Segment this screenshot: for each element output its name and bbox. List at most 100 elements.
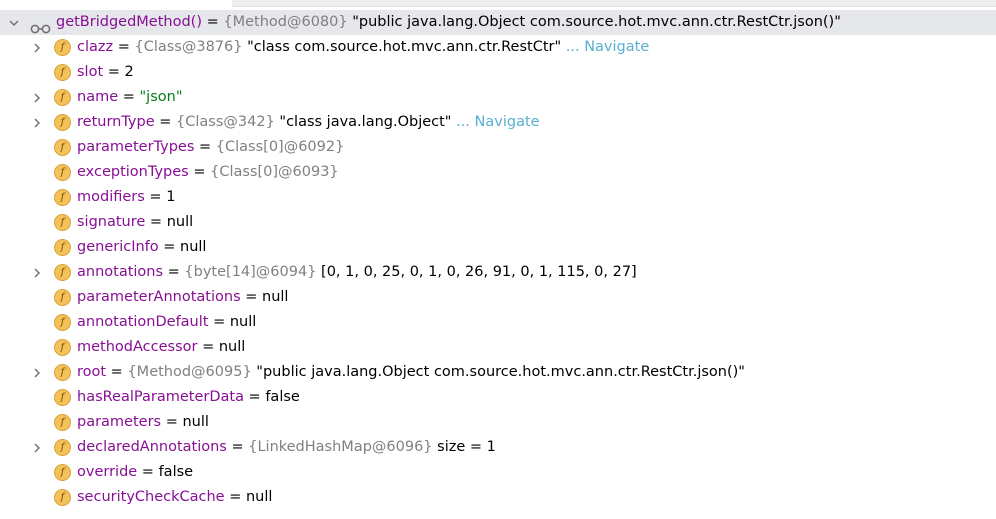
field-reference: {Class[0]@6093}	[210, 164, 339, 180]
field-row-parameters[interactable]: f parameters = null	[0, 410, 996, 435]
field-name: securityCheckCache	[77, 489, 225, 505]
field-content: parameters = null	[77, 410, 209, 435]
field-content: override = false	[77, 460, 193, 485]
field-icon: f	[54, 164, 71, 181]
field-content: hasRealParameterData = false	[77, 385, 300, 410]
field-name: parameterTypes	[77, 139, 195, 155]
navigate-link[interactable]: ... Navigate	[561, 39, 650, 55]
field-value: null	[166, 214, 194, 230]
field-equals: =	[113, 39, 135, 55]
field-name: signature	[77, 214, 146, 230]
field-icon: f	[54, 264, 71, 281]
field-value: false	[158, 464, 194, 480]
field-row-signature[interactable]: f signature = null	[0, 210, 996, 235]
root-node-content: getBridgedMethod() = {Method@6080} "publ…	[56, 10, 841, 35]
field-name: exceptionTypes	[77, 164, 189, 180]
field-row-root[interactable]: f root = {Method@6095} "public java.lang.…	[0, 360, 996, 385]
field-value: "public java.lang.Object com.source.hot.…	[251, 364, 745, 380]
root-node-name: getBridgedMethod()	[56, 14, 202, 30]
field-icon: f	[54, 414, 71, 431]
field-row-exceptiontypes[interactable]: f exceptionTypes = {Class[0]@6093}	[0, 160, 996, 185]
field-name: root	[77, 364, 107, 380]
field-name: annotations	[77, 264, 164, 280]
field-row-annotations[interactable]: f annotations = {byte[14]@6094} [0, 1, 0,…	[0, 260, 996, 285]
field-content: modifiers = 1	[77, 185, 175, 210]
field-equals: =	[144, 189, 167, 205]
field-equals: =	[224, 489, 246, 505]
field-reference: {Class@3876}	[134, 39, 243, 55]
field-value: "json"	[139, 89, 183, 105]
field-row-clazz[interactable]: f clazz = {Class@3876} "class com.source.…	[0, 35, 996, 60]
field-equals: =	[154, 114, 177, 130]
field-equals: =	[158, 239, 181, 255]
chevron-down-icon[interactable]	[6, 10, 22, 35]
field-icon: f	[54, 114, 71, 131]
field-name: returnType	[77, 114, 155, 130]
field-row-declaredannotations[interactable]: f declaredAnnotations = {LinkedHashMap@60…	[0, 435, 996, 460]
field-value: null	[229, 314, 257, 330]
field-content: securityCheckCache = null	[77, 485, 272, 510]
field-list: f clazz = {Class@3876} "class com.source.…	[0, 35, 996, 510]
field-row-hasrealparameterdata[interactable]: f hasRealParameterData = false	[0, 385, 996, 410]
field-content: root = {Method@6095} "public java.lang.O…	[77, 360, 745, 385]
field-content: slot = 2	[77, 60, 134, 85]
field-name: name	[77, 89, 119, 105]
field-row-parametertypes[interactable]: f parameterTypes = {Class[0]@6092}	[0, 135, 996, 160]
field-name: clazz	[77, 39, 114, 55]
field-icon: f	[54, 64, 71, 81]
field-name: genericInfo	[77, 239, 159, 255]
field-equals: =	[106, 364, 128, 380]
navigate-link[interactable]: ... Navigate	[451, 114, 540, 130]
field-value: null	[180, 239, 207, 255]
field-row-genericinfo[interactable]: f genericInfo = null	[0, 235, 996, 260]
root-node-equals: =	[201, 14, 224, 30]
field-reference: {LinkedHashMap@6096}	[248, 439, 433, 455]
field-equals: =	[194, 139, 216, 155]
chevron-right-icon[interactable]	[29, 35, 45, 60]
field-row-parameterannotations[interactable]: f parameterAnnotations = null	[0, 285, 996, 310]
field-equals: =	[188, 164, 211, 180]
field-content: returnType = {Class@342} "class java.lan…	[77, 110, 540, 135]
field-value: 1	[166, 189, 176, 205]
header-scroll-region	[232, 0, 996, 7]
field-icon: f	[54, 364, 71, 381]
field-icon: f	[54, 339, 71, 356]
field-equals: =	[226, 439, 249, 455]
field-equals: =	[118, 89, 140, 105]
field-icon: f	[54, 239, 71, 256]
field-name: declaredAnnotations	[77, 439, 227, 455]
chevron-right-icon[interactable]	[29, 110, 45, 135]
field-row-slot[interactable]: f slot = 2	[0, 60, 996, 85]
chevron-right-icon[interactable]	[29, 435, 45, 460]
field-row-name[interactable]: f name = "json"	[0, 85, 996, 110]
field-name: annotationDefault	[77, 314, 209, 330]
field-row-override[interactable]: f override = false	[0, 460, 996, 485]
field-value: null	[245, 489, 273, 505]
field-row-modifiers[interactable]: f modifiers = 1	[0, 185, 996, 210]
field-row-returntype[interactable]: f returnType = {Class@342} "class java.la…	[0, 110, 996, 135]
field-name: slot	[77, 64, 104, 80]
field-row-methodaccessor[interactable]: f methodAccessor = null	[0, 335, 996, 360]
field-icon: f	[54, 189, 71, 206]
root-node-value: "public java.lang.Object com.source.hot.…	[347, 14, 841, 30]
root-node-getbridgedmethod[interactable]: getBridgedMethod() = {Method@6080} "publ…	[0, 10, 996, 35]
field-content: parameterTypes = {Class[0]@6092}	[77, 135, 344, 160]
field-value: size = 1	[432, 439, 496, 455]
field-value: null	[262, 289, 289, 305]
field-value: "class java.lang.Object"	[274, 114, 452, 130]
field-name: hasRealParameterData	[77, 389, 244, 405]
field-equals: =	[243, 389, 266, 405]
field-icon: f	[54, 464, 71, 481]
field-equals: =	[208, 314, 230, 330]
field-equals: =	[137, 464, 159, 480]
chevron-right-icon[interactable]	[29, 360, 45, 385]
field-icon: f	[54, 439, 71, 456]
field-icon: f	[54, 39, 71, 56]
field-icon: f	[54, 139, 71, 156]
field-content: genericInfo = null	[77, 235, 206, 260]
field-equals: =	[161, 414, 183, 430]
field-row-annotationdefault[interactable]: f annotationDefault = null	[0, 310, 996, 335]
field-row-securitycheckcache[interactable]: f securityCheckCache = null	[0, 485, 996, 510]
chevron-right-icon[interactable]	[29, 85, 45, 110]
chevron-right-icon[interactable]	[29, 260, 45, 285]
